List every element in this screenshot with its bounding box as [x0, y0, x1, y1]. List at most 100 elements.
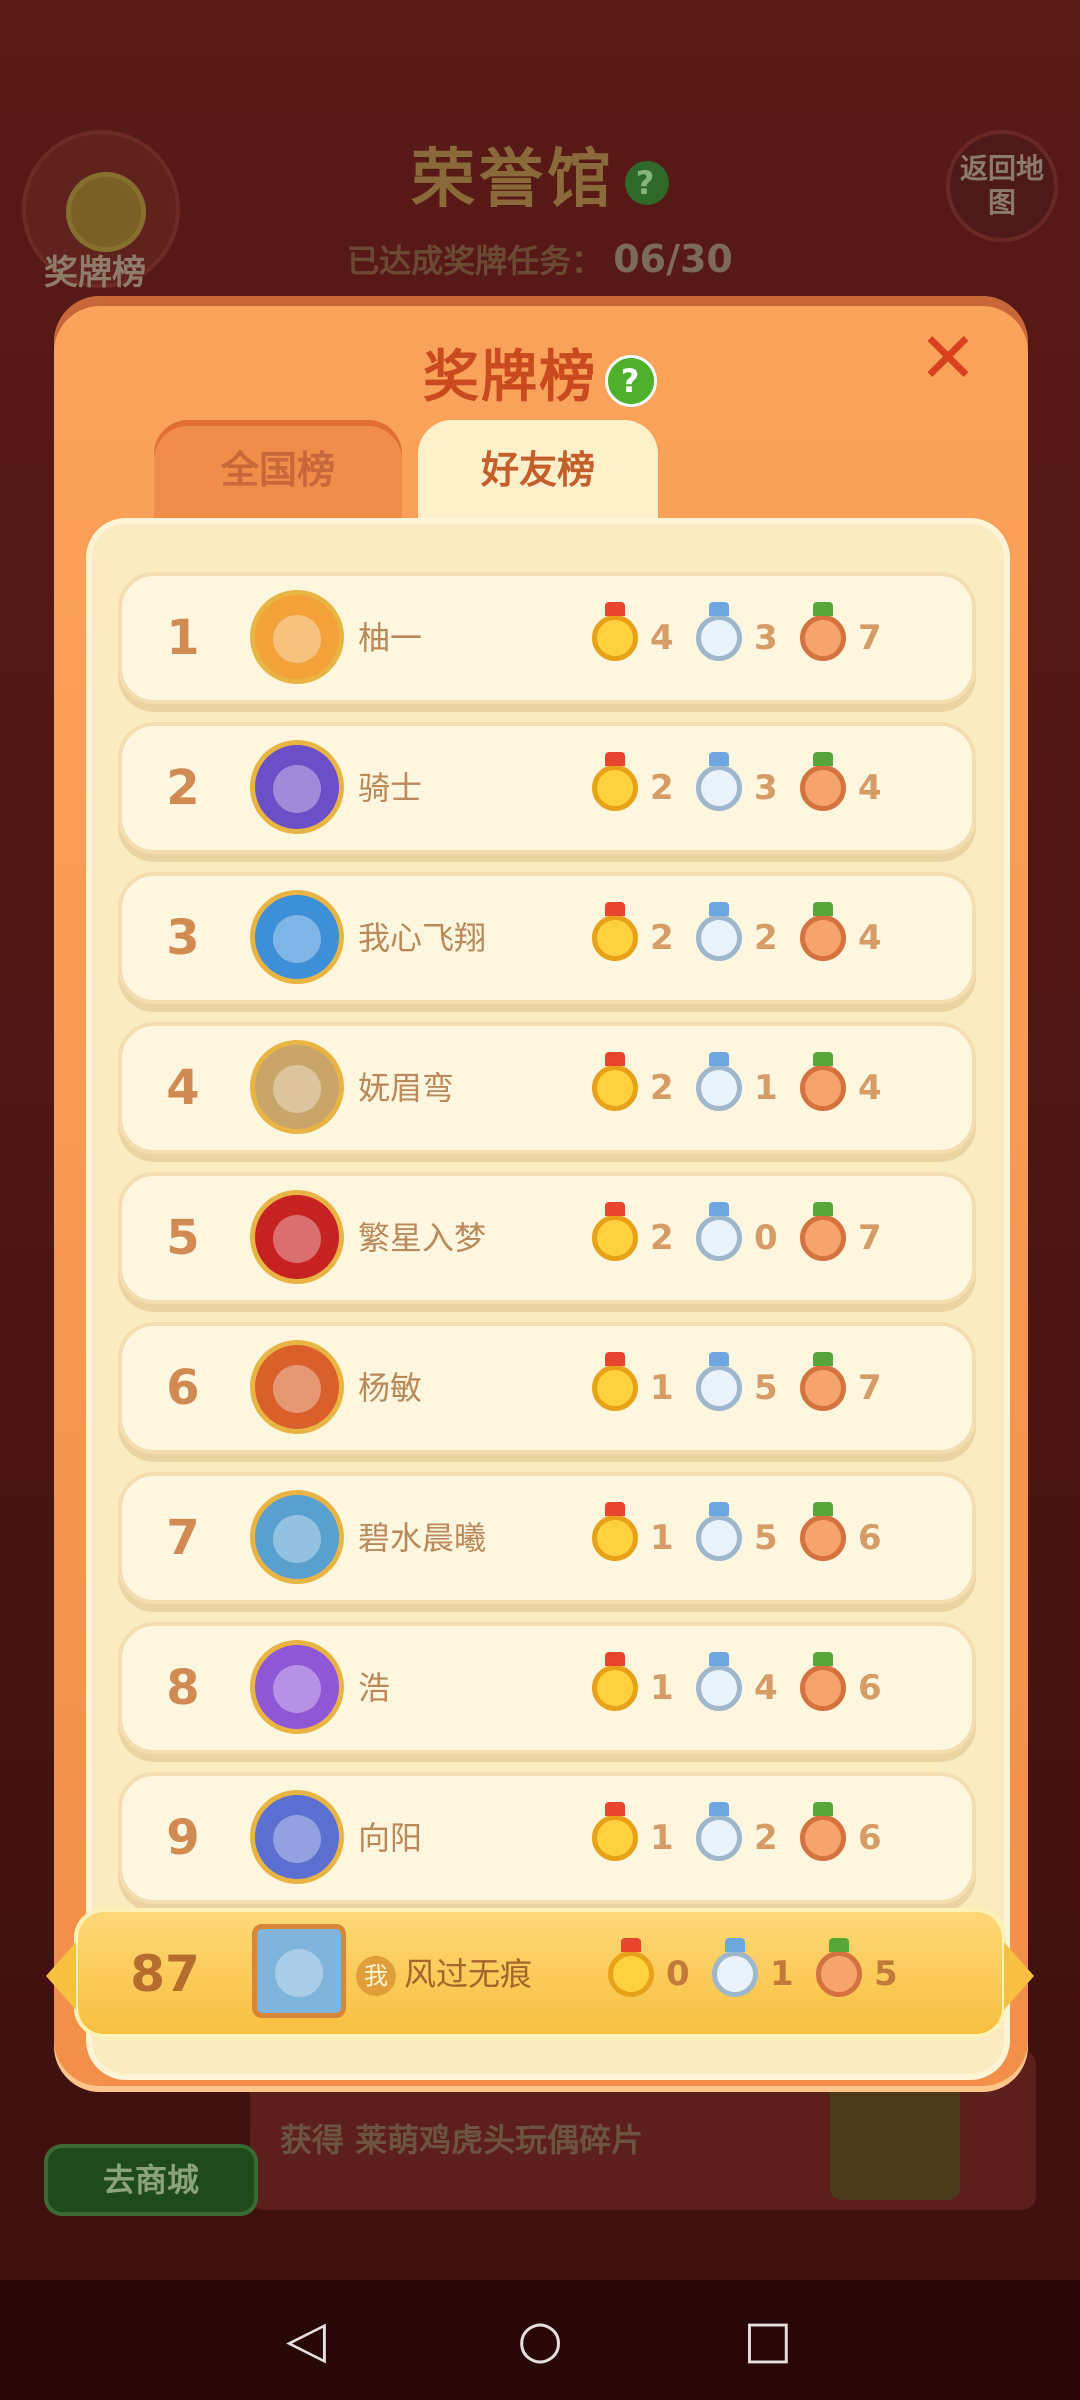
- bronze-count: 4: [858, 1068, 882, 1108]
- player-name: 柚一: [358, 619, 423, 657]
- medal-counts: 2 1 4: [592, 1026, 904, 1150]
- leaderboard-row[interactable]: 6 杨敏 1 5 7: [118, 1322, 976, 1454]
- silver-count: 1: [754, 1068, 778, 1108]
- avatar[interactable]: [250, 1640, 344, 1734]
- medal-task-progress: 已达成奖牌任务： 06/30: [347, 237, 733, 281]
- gold-count: 1: [650, 1518, 674, 1558]
- me-badge: 我: [356, 1956, 396, 1996]
- reward-text: 获得 莱萌鸡虎头玩偶碎片: [280, 2121, 644, 2159]
- bronze-medal-icon: [800, 1202, 846, 1261]
- bronze-count: 6: [858, 1668, 882, 1708]
- leaderboard-row[interactable]: 7 碧水晨曦 1 5 6: [118, 1472, 976, 1604]
- medal-counts: 2 0 7: [592, 1176, 904, 1300]
- gold-medal-icon: [592, 1802, 638, 1861]
- rank-number: 87: [130, 1945, 200, 2003]
- silver-count: 2: [754, 1818, 778, 1858]
- gold-count: 2: [650, 768, 674, 808]
- gold-count: 2: [650, 1068, 674, 1108]
- bronze-medal-icon: [800, 902, 846, 961]
- silver-count: 3: [754, 768, 778, 808]
- bronze-count: 4: [858, 768, 882, 808]
- silver-count: 1: [770, 1954, 794, 1994]
- avatar[interactable]: [250, 1790, 344, 1884]
- bronze-count: 7: [858, 1218, 882, 1258]
- player-name: 杨敏: [358, 1369, 423, 1407]
- player-name: 我风过无痕: [356, 1912, 532, 2036]
- silver-medal-icon: [696, 602, 742, 661]
- back-icon[interactable]: ◁: [278, 2312, 334, 2368]
- tab-friends[interactable]: 好友榜: [418, 420, 658, 520]
- gold-count: 2: [650, 1218, 674, 1258]
- bronze-count: 4: [858, 918, 882, 958]
- rank-number: 9: [166, 1810, 200, 1866]
- avatar[interactable]: [250, 590, 344, 684]
- leaderboard-row[interactable]: 8 浩 1 4 6: [118, 1622, 976, 1754]
- rank-number: 1: [166, 610, 200, 666]
- player-name: 碧水晨曦: [358, 1519, 487, 1557]
- bronze-medal-icon: [800, 1052, 846, 1111]
- bronze-medal-icon: [800, 1352, 846, 1411]
- puzzle-icon: [830, 2080, 960, 2200]
- avatar[interactable]: [250, 1190, 344, 1284]
- gold-medal-icon: [592, 1652, 638, 1711]
- gold-count: 1: [650, 1668, 674, 1708]
- gold-count: 1: [650, 1368, 674, 1408]
- avatar[interactable]: [252, 1924, 346, 2018]
- leaderboard-row[interactable]: 2 骑士 2 3 4: [118, 722, 976, 854]
- rank-number: 2: [166, 760, 200, 816]
- leaderboard-row[interactable]: 1 柚一 4 3 7: [118, 572, 976, 704]
- gold-count: 2: [650, 918, 674, 958]
- leaderboard-row[interactable]: 5 繁星入梦 2 0 7: [118, 1172, 976, 1304]
- go-to-shop-button[interactable]: 去商城: [44, 2144, 258, 2216]
- medal-counts: 1 2 6: [592, 1776, 904, 1900]
- avatar[interactable]: [250, 1490, 344, 1584]
- leaderboard-row[interactable]: 3 我心飞翔 2 2 4: [118, 872, 976, 1004]
- home-icon[interactable]: ○: [512, 2312, 568, 2368]
- tab-national[interactable]: 全国榜: [154, 420, 402, 520]
- gold-medal-icon: [592, 902, 638, 961]
- gold-medal-icon: [592, 1502, 638, 1561]
- medal-counts: 1 4 6: [592, 1626, 904, 1750]
- help-icon[interactable]: ?: [605, 354, 657, 407]
- bronze-medal-icon: [800, 1802, 846, 1861]
- bronze-count: 6: [858, 1518, 882, 1558]
- avatar[interactable]: [250, 740, 344, 834]
- medal-counts: 1 5 7: [592, 1326, 904, 1450]
- leaderboard-list[interactable]: 1 柚一 4 3 7 2 骑士 2 3 4 3 我心飞翔 2 2 4 4 妩眉弯 2 1 4 5 繁星入梦 2 0 7 6 杨敏 1 5…: [118, 572, 976, 1932]
- silver-count: 2: [754, 918, 778, 958]
- rank-number: 5: [166, 1210, 200, 1266]
- rank-number: 6: [166, 1360, 200, 1416]
- silver-medal-icon: [712, 1938, 758, 1997]
- close-button[interactable]: ✕: [918, 323, 978, 393]
- leaderboard-row[interactable]: 4 妩眉弯 2 1 4: [118, 1022, 976, 1154]
- gold-count: 4: [650, 618, 674, 658]
- silver-medal-icon: [696, 1802, 742, 1861]
- silver-medal-icon: [696, 1352, 742, 1411]
- gold-count: 0: [666, 1954, 690, 1994]
- silver-count: 5: [754, 1368, 778, 1408]
- my-rank-row: 87 我风过无痕 0 1 5: [46, 1908, 1034, 2038]
- rank-number: 4: [166, 1060, 200, 1116]
- medal-counts: 2 3 4: [592, 726, 904, 850]
- leaderboard-row[interactable]: 9 向阳 1 2 6: [118, 1772, 976, 1904]
- back-to-map-button[interactable]: 返回地图: [946, 130, 1058, 242]
- bronze-count: 5: [874, 1954, 898, 1994]
- silver-count: 5: [754, 1518, 778, 1558]
- silver-count: 0: [754, 1218, 778, 1258]
- silver-medal-icon: [696, 752, 742, 811]
- gold-medal-icon: [592, 1052, 638, 1111]
- rank-number: 3: [166, 910, 200, 966]
- medal-counts: 2 2 4: [592, 876, 904, 1000]
- avatar[interactable]: [250, 890, 344, 984]
- system-nav-bar: ◁ ○ □: [0, 2280, 1080, 2400]
- silver-count: 3: [754, 618, 778, 658]
- gold-medal-icon: [592, 602, 638, 661]
- player-name: 骑士: [358, 769, 423, 807]
- avatar[interactable]: [250, 1040, 344, 1134]
- rank-number: 8: [166, 1660, 200, 1716]
- rank-number: 7: [166, 1510, 200, 1566]
- avatar[interactable]: [250, 1340, 344, 1434]
- bronze-count: 7: [858, 1368, 882, 1408]
- recent-apps-icon[interactable]: □: [740, 2312, 796, 2368]
- bronze-medal-icon: [816, 1938, 862, 1997]
